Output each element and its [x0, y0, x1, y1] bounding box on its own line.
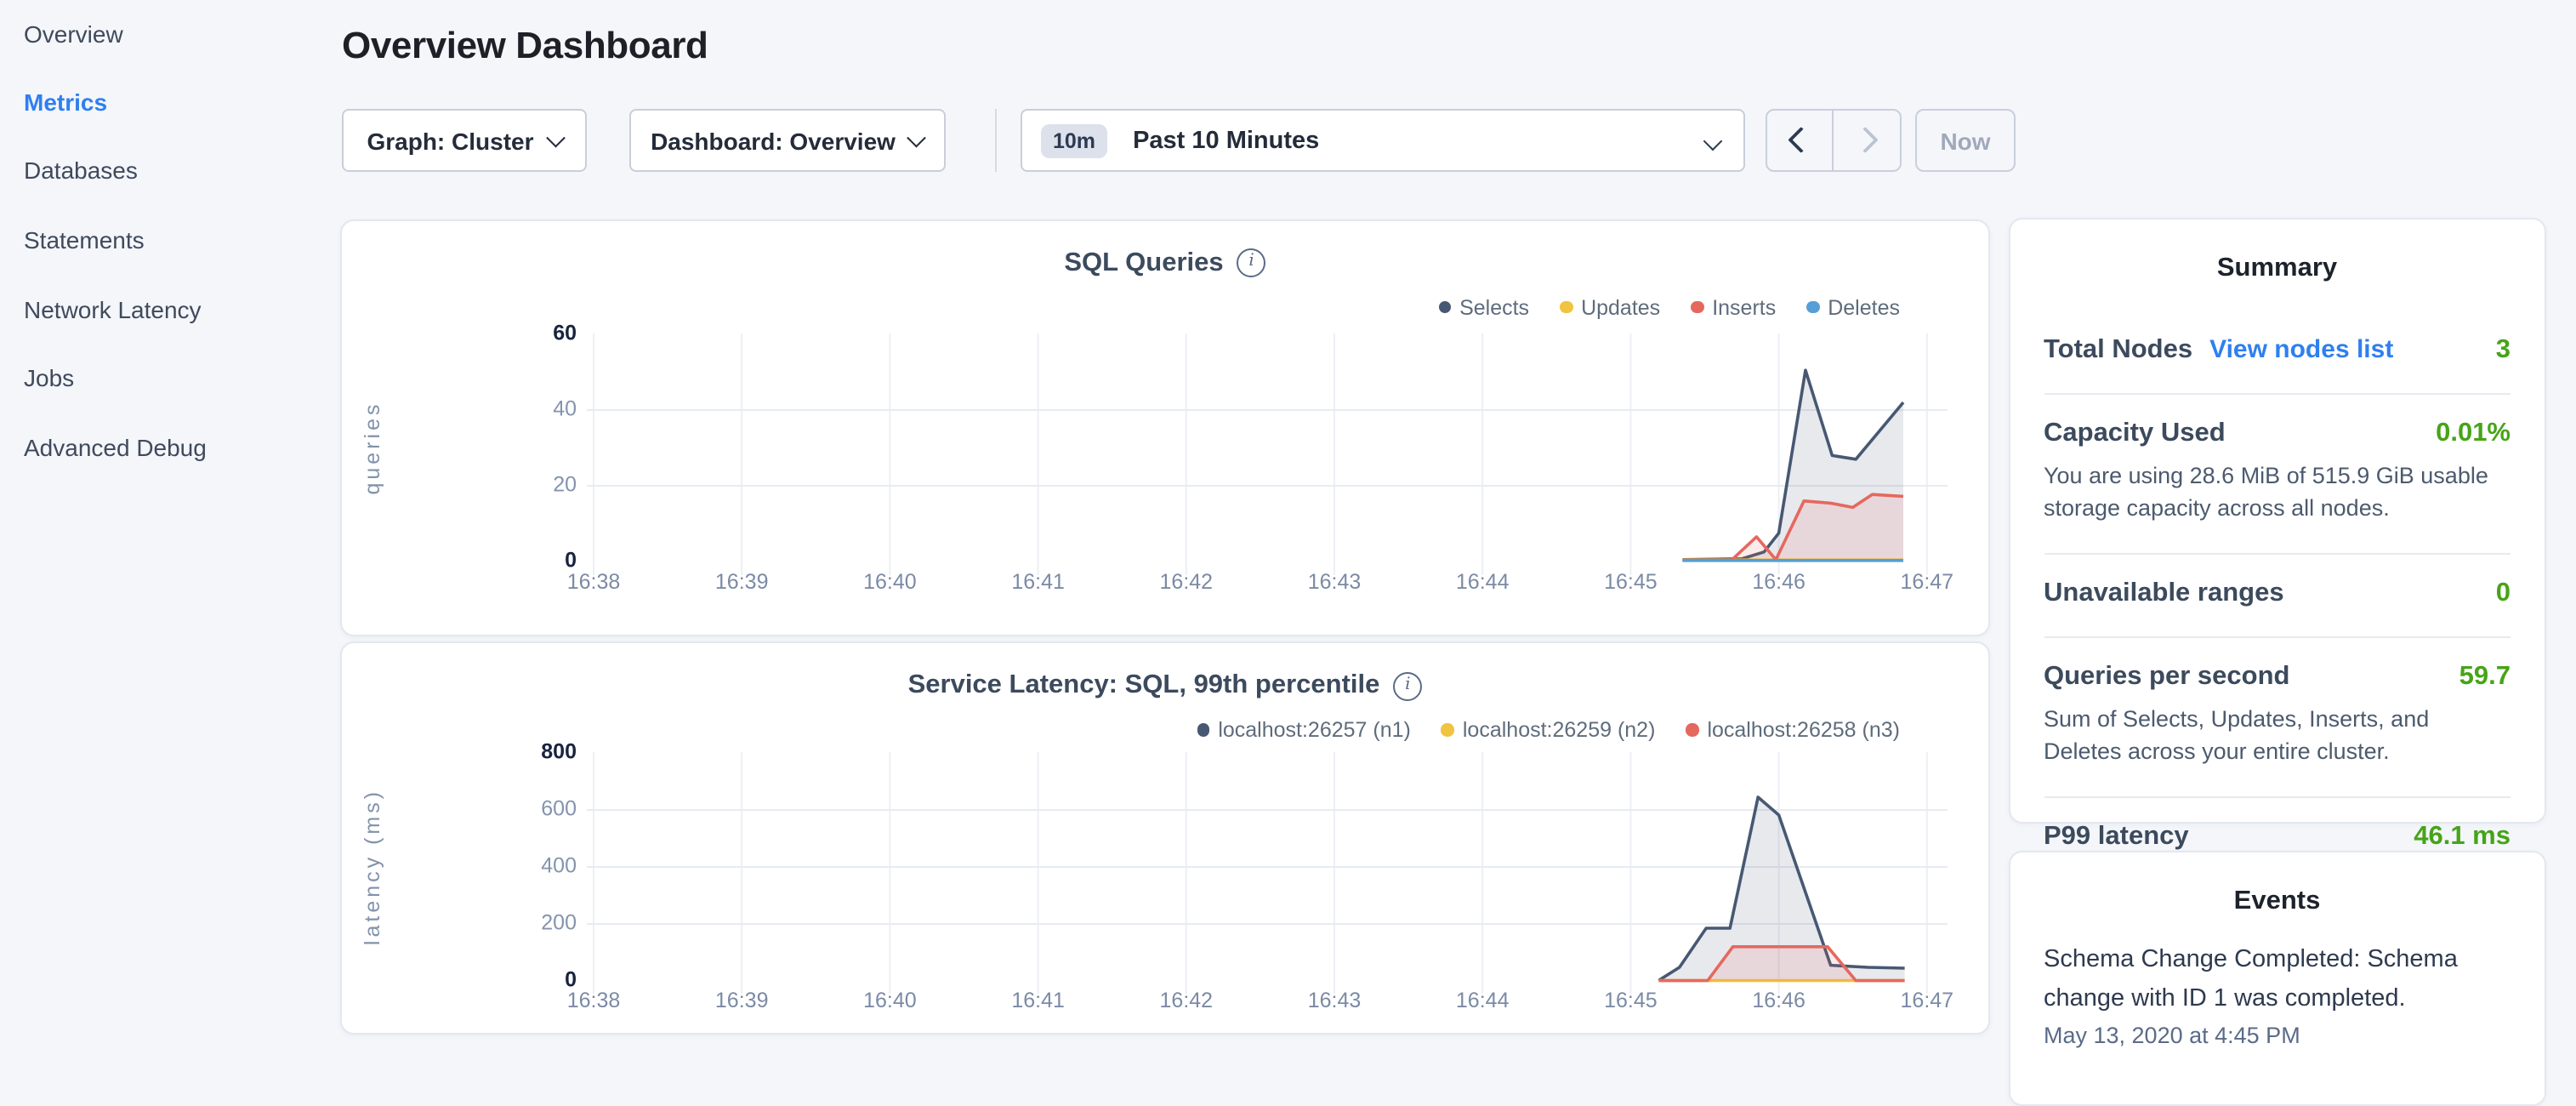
page-title: Overview Dashboard [342, 24, 708, 68]
x-axis-tick-label: 16:41 [1011, 569, 1065, 593]
service-latency-chart[interactable]: 16:38 16:39 16:40 16:41 16:42 16:43 16:44 16:45… [342, 643, 1992, 1036]
dashboard-dropdown[interactable]: Dashboard: Overview [629, 109, 945, 172]
chevron-right-icon [1851, 128, 1877, 153]
x-axis-tick-label: 16:40 [863, 989, 917, 1012]
chevron-down-icon [1706, 125, 1720, 156]
x-axis-tick-label: 16:44 [1456, 989, 1510, 1012]
x-axis-tick-label: 16:38 [567, 569, 621, 593]
events-title: Events [2010, 887, 2545, 917]
chevron-left-icon [1789, 128, 1815, 153]
dashboard-dropdown-label: Dashboard: Overview [651, 127, 896, 154]
x-axis-tick-label: 16:45 [1604, 989, 1658, 1012]
view-nodes-list-link[interactable]: View nodes list [2209, 334, 2393, 363]
y-axis-tick-label: 200 [541, 911, 577, 935]
x-axis-tick-label: 16:44 [1456, 569, 1510, 593]
x-axis-tick-label: 16:45 [1604, 569, 1658, 593]
sidebar-item-databases[interactable]: Databases [24, 157, 138, 184]
summary-panel: Summary Total Nodes View nodes list 3 Ca… [2008, 217, 2546, 823]
graph-scope-dropdown[interactable]: Graph: Cluster [342, 109, 587, 172]
metric-description: You are using 28.6 MiB of 515.9 GiB usab… [2044, 459, 2511, 525]
time-range-badge: 10m [1041, 123, 1107, 157]
x-axis-tick-label: 16:42 [1160, 989, 1214, 1012]
summary-title: Summary [2010, 253, 2545, 283]
next-time-window-button[interactable] [1834, 111, 1899, 170]
y-axis-label: latency (ms) [361, 789, 384, 945]
y-axis-tick-label: 600 [541, 797, 577, 821]
events-panel: Events Schema Change Completed: Schema c… [2008, 851, 2546, 1106]
metric-description: Sum of Selects, Updates, Inserts, and De… [2044, 702, 2511, 768]
sidebar-item-network-latency[interactable]: Network Latency [24, 295, 202, 322]
sidebar-item-advanced-debug[interactable]: Advanced Debug [24, 434, 207, 461]
service-latency-chart-card: Service Latency: SQL, 99th percentile i … [340, 641, 1990, 1035]
event-timestamp: May 13, 2020 at 4:45 PM [2044, 1023, 2511, 1048]
summary-row-capacity-used: Capacity Used 0.01% You are using 28.6 M… [2044, 394, 2511, 554]
db-console-overview-page: Overview Metrics Databases Statements Ne… [0, 0, 2576, 1052]
metric-value: 0 [2496, 578, 2511, 608]
chevron-down-icon [546, 128, 564, 145]
y-axis-tick-label: 400 [541, 854, 577, 878]
y-axis-tick-label: 0 [565, 548, 577, 572]
metric-label: Total Nodes [2044, 334, 2192, 365]
metric-value: 46.1 ms [2414, 821, 2511, 852]
y-axis-label: queries [361, 401, 384, 494]
y-axis-tick-label: 40 [553, 396, 577, 420]
x-axis-tick-label: 16:39 [715, 989, 769, 1012]
x-axis-tick-label: 16:43 [1308, 989, 1362, 1012]
metric-label: Unavailable ranges [2044, 578, 2284, 608]
metric-label: Capacity Used [2044, 418, 2226, 448]
x-axis-tick-label: 16:47 [1901, 569, 1954, 593]
graph-scope-label: Graph: Cluster [367, 127, 533, 154]
controls-divider [994, 109, 996, 172]
event-list-item[interactable]: Schema Change Completed: Schema change w… [2044, 941, 2511, 1048]
now-button[interactable]: Now [1915, 109, 2016, 172]
chevron-down-icon [908, 128, 926, 145]
y-axis-tick-label: 20 [553, 472, 577, 496]
summary-row-unavailable-ranges: Unavailable ranges 0 [2044, 554, 2511, 637]
x-axis-tick-label: 16:46 [1752, 569, 1805, 593]
event-message: Schema Change Completed: Schema change w… [2044, 941, 2511, 1018]
x-axis-tick-label: 16:38 [567, 989, 621, 1012]
metric-label: P99 latency [2044, 821, 2189, 852]
x-axis-tick-label: 16:40 [863, 569, 917, 593]
x-axis-tick-label: 16:39 [715, 569, 769, 593]
sidebar-item-statements[interactable]: Statements [24, 226, 145, 254]
metric-value: 59.7 [2459, 661, 2511, 692]
summary-row-total-nodes: Total Nodes View nodes list 3 [2044, 311, 2511, 394]
sidebar-item-jobs[interactable]: Jobs [24, 364, 74, 391]
x-axis-tick-label: 16:46 [1752, 989, 1805, 1012]
sidebar-item-metrics[interactable]: Metrics [24, 88, 107, 116]
previous-time-window-button[interactable] [1766, 111, 1834, 170]
y-axis-tick-label: 60 [553, 321, 577, 345]
x-axis-tick-label: 16:47 [1901, 989, 1954, 1012]
metric-value: 0.01% [2436, 418, 2511, 448]
summary-row-queries-per-second: Queries per second 59.7 Sum of Selects, … [2044, 637, 2511, 797]
x-axis-tick-label: 16:41 [1011, 989, 1065, 1012]
y-axis-tick-label: 0 [565, 968, 577, 992]
time-window-pager [1765, 109, 1901, 172]
sql-queries-chart[interactable]: 16:38 16:39 16:40 16:41 16:42 16:43 16:44 16:45… [342, 220, 1992, 638]
time-range-picker[interactable]: 10m Past 10 Minutes [1021, 109, 1745, 172]
time-range-label: Past 10 Minutes [1133, 127, 1706, 154]
x-axis-tick-label: 16:43 [1308, 569, 1362, 593]
metric-label: Queries per second [2044, 661, 2289, 692]
metric-value: 3 [2496, 334, 2511, 365]
sql-queries-chart-card: SQL Queries i Selects Updates Inserts De… [340, 219, 1990, 636]
x-axis-tick-label: 16:42 [1160, 569, 1214, 593]
sidebar-item-overview[interactable]: Overview [24, 20, 123, 47]
y-axis-tick-label: 800 [541, 740, 577, 764]
